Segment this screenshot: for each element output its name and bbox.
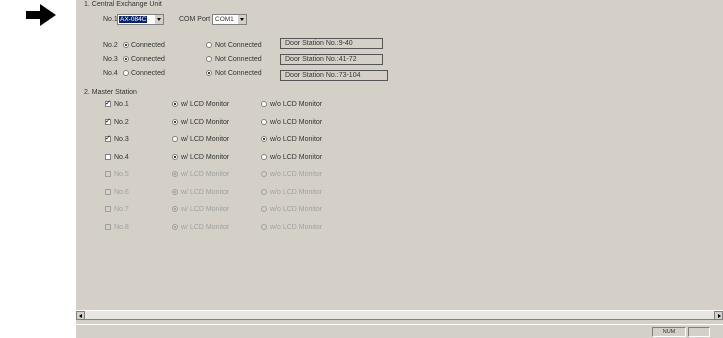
master-no1-checkbox[interactable] (105, 99, 111, 108)
master-no3-label[interactable]: No.3 (114, 135, 129, 144)
scroll-right-icon[interactable] (714, 311, 723, 320)
master-no2-lcd-radio[interactable] (172, 118, 178, 125)
master-no2-lcd-label[interactable]: w/ LCD Monitor (181, 118, 229, 127)
status-empty-pane (688, 327, 710, 337)
master-no5-no-lcd-label: w/o LCD Monitor (270, 171, 323, 178)
exchange-no3-not-connected-radio[interactable] (206, 56, 212, 62)
right-arrow-icon (26, 4, 56, 26)
master-no4-lcd-radio[interactable] (172, 153, 178, 160)
master-no3-lcd-radio[interactable] (172, 136, 178, 142)
master-no4-label[interactable]: No.4 (114, 153, 129, 162)
master-no3-lcd-label[interactable]: w/ LCD Monitor (181, 135, 229, 144)
exchange-no2-connected-label[interactable]: Connected (131, 41, 165, 50)
master-no8-lcd-label: w/ LCD Monitor (181, 223, 230, 231)
status-num-indicator: NUM (652, 327, 686, 337)
master-no2-label[interactable]: No.2 (114, 118, 129, 127)
exchange-no2-door-range: Door Station No.:9-40 (280, 38, 383, 49)
master-no5-lcd-radio (172, 171, 178, 177)
exchange-no4-door-range: Door Station No.:73-104 (280, 70, 388, 81)
master-no1-no-lcd-radio[interactable] (261, 101, 267, 107)
section-master-station-title: 2. Master Station (84, 89, 137, 96)
master-no4-no-lcd-radio[interactable] (261, 153, 267, 160)
master-no6-label: No.6 (114, 188, 129, 196)
exchange-no4-not-connected-radio[interactable] (206, 70, 212, 76)
master-no1-lcd-radio[interactable] (172, 101, 178, 107)
section-central-exchange-title: 1. Central Exchange Unit (84, 1, 162, 8)
master-no5-label: No.5 (114, 171, 129, 178)
master-no7-lcd-label: w/ LCD Monitor (181, 206, 230, 213)
exchange-no4-not-connected-label[interactable]: Not Connected (215, 69, 262, 78)
master-no7-no-lcd-label: w/o LCD Monitor (270, 206, 323, 213)
master-no1-lcd-label[interactable]: w/ LCD Monitor (181, 100, 229, 109)
exchange-no3-not-connected-label[interactable]: Not Connected (215, 55, 262, 64)
master-no1-label[interactable]: No.1 (114, 100, 129, 109)
settings-panel: 1. Central Exchange Unit No.1 AX-084C CO… (76, 0, 723, 338)
no1-model-select[interactable]: AX-084C (117, 14, 164, 25)
master-no6-no-lcd-label: w/o LCD Monitor (270, 188, 323, 196)
master-no2-no-lcd-label[interactable]: w/o LCD Monitor (270, 118, 322, 127)
exchange-no3-connected-radio[interactable] (123, 56, 129, 62)
exchange-no4-connected-radio[interactable] (123, 70, 129, 76)
exchange-no3-door-range: Door Station No.:41-72 (280, 54, 383, 65)
master-no6-lcd-radio (172, 188, 178, 195)
master-no8-label: No.8 (114, 223, 129, 231)
master-no7-lcd-radio (172, 206, 178, 212)
master-no8-no-lcd-label: w/o LCD Monitor (270, 223, 323, 231)
master-no6-checkbox (105, 188, 111, 195)
exchange-no2-not-connected-radio[interactable] (206, 42, 212, 48)
master-no3-checkbox[interactable] (105, 134, 111, 143)
door-range-text: Door Station No.:9-40 (285, 40, 353, 47)
master-no7-checkbox (105, 206, 111, 212)
master-no5-checkbox (105, 171, 111, 177)
exchange-no4-connected-label[interactable]: Connected (131, 69, 165, 78)
no1-label: No.1 (103, 16, 118, 23)
master-no7-label: No.7 (114, 206, 129, 213)
master-no4-checkbox[interactable] (105, 153, 111, 160)
chevron-down-icon[interactable] (237, 15, 246, 24)
master-no1-no-lcd-label[interactable]: w/o LCD Monitor (270, 100, 322, 109)
master-no4-no-lcd-label[interactable]: w/o LCD Monitor (270, 153, 322, 162)
master-no2-checkbox[interactable] (105, 117, 111, 126)
master-no4-lcd-label[interactable]: w/ LCD Monitor (181, 153, 229, 162)
com-port-value: COM1 (215, 16, 234, 23)
master-no3-no-lcd-label[interactable]: w/o LCD Monitor (270, 135, 322, 144)
com-port-select[interactable]: COM1 (212, 14, 247, 25)
status-bar: NUM (76, 324, 723, 338)
exchange-no2-connected-radio[interactable] (123, 42, 129, 48)
master-no5-no-lcd-radio (261, 171, 267, 177)
master-no8-lcd-radio (172, 223, 178, 230)
com-port-label: COM Port (179, 16, 211, 23)
master-no3-no-lcd-radio[interactable] (261, 136, 267, 142)
master-no7-no-lcd-radio (261, 206, 267, 212)
master-no5-lcd-label: w/ LCD Monitor (181, 171, 230, 178)
exchange-no3-label: No.3 (103, 56, 118, 63)
master-no8-checkbox (105, 223, 111, 230)
horizontal-scrollbar[interactable] (76, 310, 723, 320)
door-range-text: Door Station No.:73-104 (285, 72, 361, 79)
master-no2-no-lcd-radio[interactable] (261, 118, 267, 125)
scroll-left-icon[interactable] (76, 311, 85, 320)
master-no6-lcd-label: w/ LCD Monitor (181, 188, 230, 196)
exchange-no2-label: No.2 (103, 42, 118, 49)
no1-model-value: AX-084C (119, 16, 148, 23)
master-no6-no-lcd-radio (261, 188, 267, 195)
exchange-no4-label: No.4 (103, 70, 118, 77)
chevron-down-icon[interactable] (154, 15, 163, 24)
exchange-no3-connected-label[interactable]: Connected (131, 55, 165, 64)
exchange-no2-not-connected-label[interactable]: Not Connected (215, 41, 262, 50)
door-range-text: Door Station No.:41-72 (285, 56, 357, 63)
master-no8-no-lcd-radio (261, 223, 267, 230)
